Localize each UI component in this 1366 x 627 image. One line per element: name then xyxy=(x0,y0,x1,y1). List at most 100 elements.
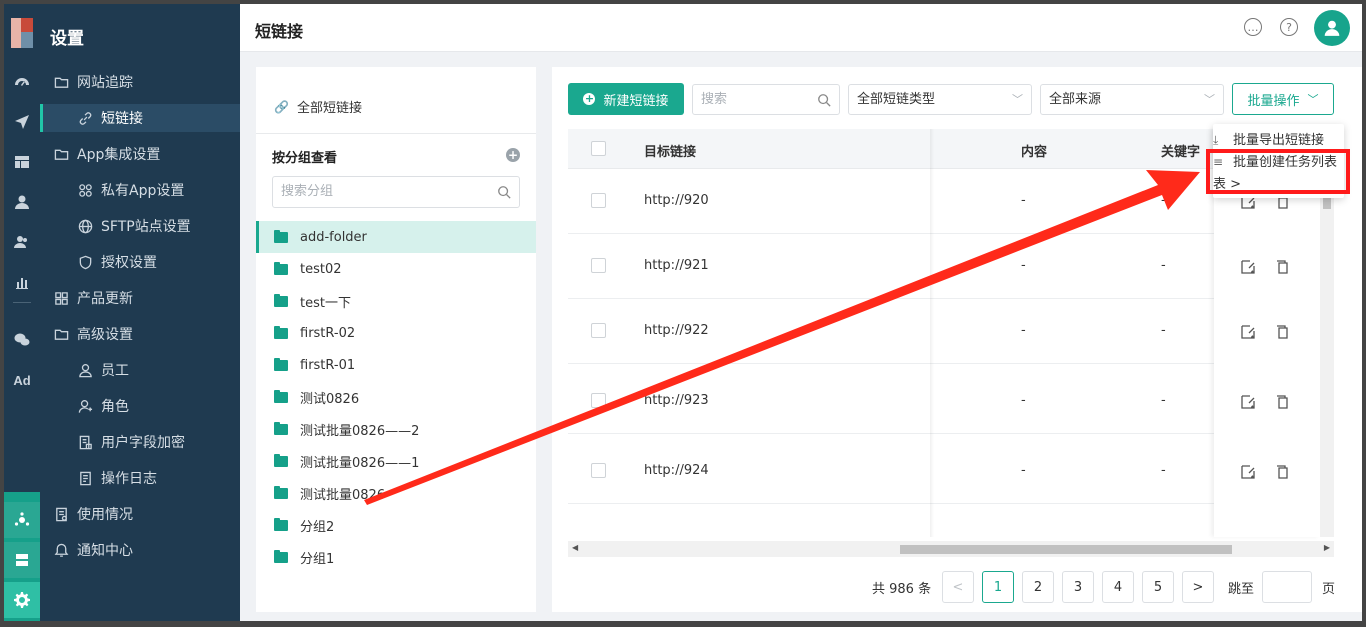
menu-item-sftp[interactable]: SFTP站点设置 xyxy=(40,212,240,240)
users-icon[interactable] xyxy=(4,224,40,260)
group-item[interactable]: 分组1 xyxy=(256,541,536,573)
group-item[interactable]: 测试批量0826——2 xyxy=(256,413,536,445)
menu-item-usage[interactable]: 使用情况 xyxy=(40,500,240,528)
folder-icon xyxy=(274,453,288,467)
group-panel: 🔗 全部短链接 按分组查看 + 搜索分组 add-folder test02 t… xyxy=(256,67,536,612)
row-content: - xyxy=(1021,323,1026,338)
page-button[interactable]: 1 xyxy=(982,571,1014,603)
page-button[interactable]: 2 xyxy=(1022,571,1054,603)
page-button[interactable]: 3 xyxy=(1062,571,1094,603)
edit-icon[interactable] xyxy=(1240,259,1256,275)
group-item[interactable]: add-folder xyxy=(256,221,536,253)
send-icon[interactable] xyxy=(4,104,40,140)
copy-icon[interactable] xyxy=(1274,259,1290,275)
menu-item-notifications[interactable]: 通知中心 xyxy=(40,536,240,564)
group-heading: 按分组查看 xyxy=(272,151,338,166)
folder-icon xyxy=(274,485,288,499)
top-header: 短链接 … ? xyxy=(240,4,1362,52)
menu-item-app-integration[interactable]: App集成设置 xyxy=(40,140,240,168)
usage-icon xyxy=(53,506,69,522)
row-url[interactable]: http://924 xyxy=(644,463,709,478)
batch-export-item[interactable]: ⤓ 批量导出短链接 xyxy=(1213,131,1344,150)
page-title: 短链接 xyxy=(255,22,304,41)
page-suffix: 页 xyxy=(1322,582,1336,597)
group-item[interactable]: 分组2 xyxy=(256,509,536,541)
menu-item-staff[interactable]: 员工 xyxy=(40,356,240,384)
folder-icon xyxy=(274,517,288,531)
wechat-icon[interactable] xyxy=(4,322,40,358)
bell-icon xyxy=(53,542,69,558)
row-url[interactable]: http://922 xyxy=(644,323,709,338)
menu-item-operation-log[interactable]: 操作日志 xyxy=(40,464,240,492)
folder-icon xyxy=(274,421,288,435)
menu-item-private-app[interactable]: 私有App设置 xyxy=(40,176,240,204)
search-input[interactable]: 搜索 xyxy=(692,84,840,115)
page-button[interactable]: 4 xyxy=(1102,571,1134,603)
new-short-link-button[interactable]: + 新建短链接 xyxy=(568,83,684,115)
ad-icon[interactable]: Ad xyxy=(4,362,40,398)
group-item[interactable]: 测试批量0826 xyxy=(256,477,536,509)
group-item[interactable]: firstR-02 xyxy=(256,317,536,349)
group-item[interactable]: 测试批量0826——1 xyxy=(256,445,536,477)
menu-item-short-link[interactable]: 短链接 xyxy=(40,104,240,132)
chart-icon[interactable] xyxy=(4,264,40,300)
row-url[interactable]: http://920 xyxy=(644,193,709,208)
server-icon[interactable] xyxy=(4,542,40,578)
horizontal-scrollbar[interactable]: ◀ ▶ xyxy=(568,541,1334,557)
group-item[interactable]: firstR-01 xyxy=(256,349,536,381)
next-page-button[interactable]: > xyxy=(1182,571,1214,603)
row-checkbox[interactable] xyxy=(591,323,606,338)
copy-icon[interactable] xyxy=(1274,324,1290,340)
layout-icon[interactable] xyxy=(4,144,40,180)
menu-item-product-updates[interactable]: 产品更新 xyxy=(40,284,240,312)
group-item[interactable]: 测试0826 xyxy=(256,381,536,413)
help-icon[interactable]: ? xyxy=(1280,18,1298,36)
row-checkbox[interactable] xyxy=(591,258,606,273)
row-checkbox[interactable] xyxy=(591,193,606,208)
row-url[interactable]: http://923 xyxy=(644,393,709,408)
row-url[interactable]: http://921 xyxy=(644,258,709,273)
settings-gear-icon[interactable] xyxy=(4,582,40,618)
plus-icon: + xyxy=(583,92,596,105)
vertical-scrollbar[interactable] xyxy=(1320,169,1334,537)
batch-operation-button[interactable]: 批量操作 ﹀ xyxy=(1232,83,1334,115)
download-icon: ⤓ xyxy=(1213,133,1219,147)
select-all-checkbox[interactable] xyxy=(591,141,606,156)
group-search-input[interactable]: 搜索分组 xyxy=(272,176,520,208)
row-checkbox[interactable] xyxy=(591,463,606,478)
menu-title: 设置 xyxy=(50,29,84,49)
menu-item-roles[interactable]: 角色 xyxy=(40,392,240,420)
menu-item-field-encryption[interactable]: 用户字段加密 xyxy=(40,428,240,456)
menu-item-site-tracking[interactable]: 网站追踪 xyxy=(40,68,240,96)
copy-icon[interactable] xyxy=(1274,394,1290,410)
edit-icon[interactable] xyxy=(1240,324,1256,340)
page-button[interactable]: 5 xyxy=(1142,571,1174,603)
edit-icon[interactable] xyxy=(1240,464,1256,480)
prev-page-button[interactable]: < xyxy=(942,571,974,603)
add-group-icon[interactable]: + xyxy=(506,148,520,162)
menu-item-advanced[interactable]: 高级设置 xyxy=(40,320,240,348)
link-type-select[interactable]: 全部短链类型 ﹀ xyxy=(848,84,1032,115)
dashboard-icon[interactable] xyxy=(4,66,40,102)
group-item[interactable]: test一下 xyxy=(256,285,536,317)
copy-icon[interactable] xyxy=(1274,464,1290,480)
menu-item-authorization[interactable]: 授权设置 xyxy=(40,248,240,276)
source-select[interactable]: 全部来源 ﹀ xyxy=(1040,84,1224,115)
chat-icon[interactable]: … xyxy=(1244,18,1262,36)
row-content: - xyxy=(1021,193,1026,208)
folder-icon xyxy=(274,549,288,563)
row-keyword: - xyxy=(1161,323,1166,338)
row-content: - xyxy=(1021,393,1026,408)
group-item[interactable]: test02 xyxy=(256,253,536,285)
logo-icon xyxy=(11,18,33,48)
row-checkbox[interactable] xyxy=(591,393,606,408)
col-content: 内容 xyxy=(1021,145,1048,160)
chevron-down-icon: ﹀ xyxy=(1012,93,1023,106)
edit-icon[interactable] xyxy=(1240,394,1256,410)
network-icon[interactable] xyxy=(4,502,40,538)
avatar[interactable] xyxy=(1314,10,1350,46)
goto-page-input[interactable] xyxy=(1262,571,1312,603)
user-icon[interactable] xyxy=(4,184,40,220)
folder-icon xyxy=(274,261,288,275)
all-short-links[interactable]: 🔗 全部短链接 xyxy=(274,97,362,117)
